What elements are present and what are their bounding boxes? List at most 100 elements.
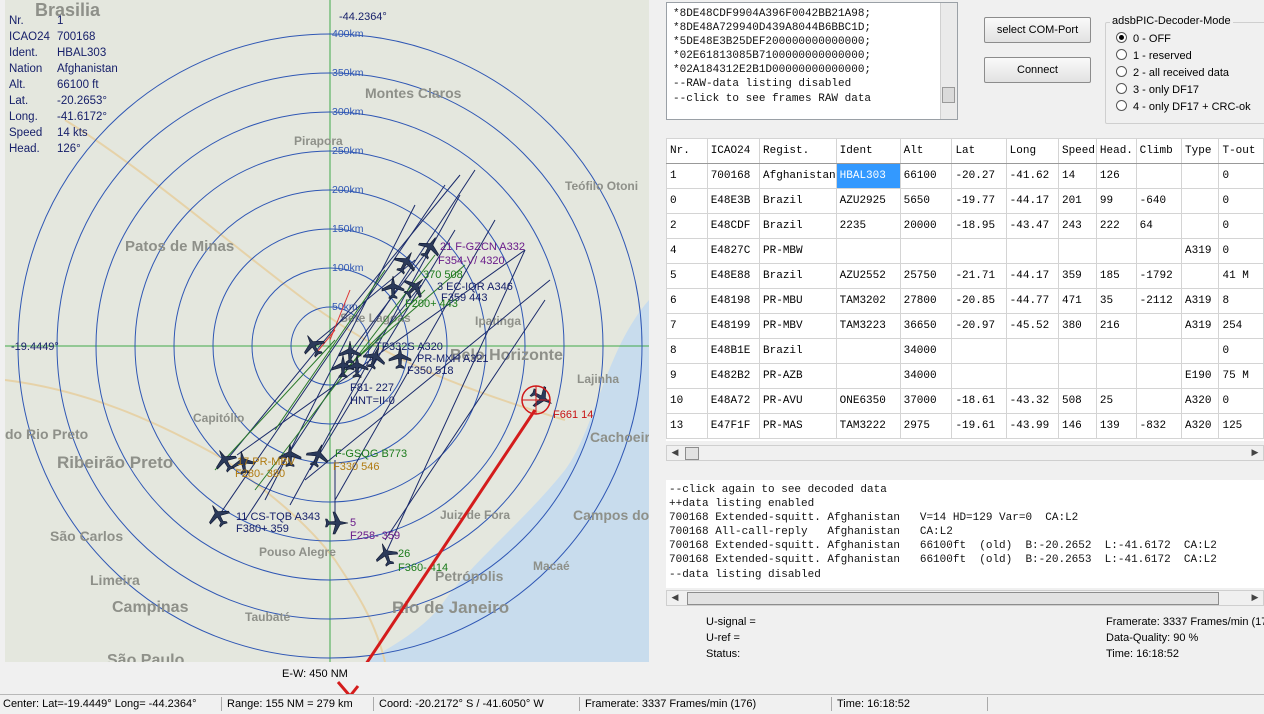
table-cell[interactable]: ONE6350 [835,388,901,414]
table-row[interactable]: 0 E48E3B Brazil AZU2925 5650 -19.77 -44.17 201 9… [666,188,1264,214]
table-cell[interactable]: 222 [1095,213,1137,239]
table-cell[interactable]: E482B2 [706,363,761,389]
table-row[interactable]: 2 E48CDF Brazil 2235 20000 -18.95 -43.47 243 222… [666,213,1264,239]
decoded-data-text[interactable]: --click again to see decoded data ++data … [669,483,1217,582]
table-cell[interactable]: TAM3223 [835,313,901,339]
table-cell[interactable] [1135,363,1183,389]
select-com-port-button[interactable]: select COM-Port [984,17,1091,43]
column-header[interactable]: T-out [1218,138,1264,164]
radio-button[interactable] [1116,32,1127,43]
table-cell[interactable]: A320 [1181,388,1220,414]
table-cell[interactable]: -832 [1135,413,1183,439]
table-cell[interactable]: 34000 [899,338,953,364]
table-cell[interactable]: PR-MBV [759,313,837,339]
table-cell[interactable]: 34000 [899,363,953,389]
table-cell[interactable]: A319 [1181,238,1220,264]
table-cell[interactable]: 185 [1095,263,1137,289]
table-cell[interactable]: -45.52 [1005,313,1059,339]
table-cell[interactable]: A319 [1181,288,1220,314]
decoder-mode-option[interactable]: 1 - reserved [1116,48,1192,64]
table-cell[interactable]: -20.27 [951,163,1007,189]
table-cell[interactable]: 25750 [899,263,953,289]
table-cell[interactable] [1005,363,1059,389]
table-cell[interactable]: 2235 [835,213,901,239]
decoder-mode-option[interactable]: 0 - OFF [1116,31,1171,47]
decoded-horizontal-scrollbar[interactable]: ◀ ▶ [666,590,1264,606]
table-cell[interactable] [1135,238,1183,264]
radio-button[interactable] [1116,66,1127,77]
table-cell[interactable]: A320 [1181,413,1220,439]
table-cell[interactable]: 216 [1095,313,1137,339]
scrollbar-thumb[interactable] [685,447,699,460]
column-header[interactable]: Nr. [666,138,708,164]
table-row[interactable]: 1 700168 Afghanistan HBAL303 66100 -20.27 -41.… [666,163,1264,189]
table-cell[interactable]: AZU2552 [835,263,901,289]
decoder-mode-option[interactable]: 3 - only DF17 [1116,82,1199,98]
table-cell[interactable]: 35 [1095,288,1137,314]
table-cell[interactable]: E4827C [706,238,761,264]
column-header[interactable]: Ident [835,138,901,164]
table-row[interactable]: 7 E48199 PR-MBV TAM3223 36650 -20.97 -45.52 380… [666,313,1264,339]
scrollbar-thumb[interactable] [687,592,1219,605]
connect-button[interactable]: Connect [984,57,1091,83]
table-cell[interactable]: 126 [1095,163,1137,189]
table-cell[interactable]: 359 [1057,263,1097,289]
table-cell[interactable]: 9 [666,363,708,389]
table-cell[interactable] [951,238,1007,264]
table-cell[interactable]: E48E3B [706,188,761,214]
table-cell[interactable]: -43.99 [1005,413,1059,439]
table-cell[interactable]: 1 [666,163,708,189]
column-header[interactable]: Long [1005,138,1059,164]
table-cell[interactable]: 6 [666,288,708,314]
table-cell[interactable] [1095,363,1137,389]
table-cell[interactable]: 66100 [899,163,953,189]
table-cell[interactable]: 700168 [706,163,761,189]
table-cell[interactable] [1135,388,1183,414]
table-cell[interactable]: TAM3202 [835,288,901,314]
table-row[interactable]: 13 E47F1F PR-MAS TAM3222 2975 -19.61 -43.99 146… [666,413,1264,439]
table-cell[interactable] [1181,213,1220,239]
table-cell[interactable]: E190 [1181,363,1220,389]
table-cell[interactable]: -43.47 [1005,213,1059,239]
table-cell[interactable]: 125 [1218,413,1264,439]
table-cell[interactable]: 0 [1218,163,1264,189]
table-cell[interactable] [951,363,1007,389]
table-cell[interactable]: E48198 [706,288,761,314]
column-header[interactable]: Speed [1057,138,1097,164]
table-cell[interactable]: -20.97 [951,313,1007,339]
table-cell[interactable] [1135,338,1183,364]
table-cell[interactable]: Brazil [759,263,837,289]
table-cell[interactable]: 0 [1218,188,1264,214]
raw-vertical-scrollbar[interactable] [940,3,957,119]
radar-map[interactable]: 50km 100km 150km 200km 250km 300km 350km 400km … [5,0,649,662]
selected-target[interactable] [521,385,551,415]
table-cell[interactable]: 13 [666,413,708,439]
scroll-right-arrow[interactable]: ▶ [1249,591,1261,605]
column-header[interactable]: Regist. [759,138,837,164]
table-cell[interactable]: 8 [1218,288,1264,314]
table-cell[interactable]: 2975 [899,413,953,439]
table-cell[interactable]: 0 [1218,388,1264,414]
table-cell[interactable]: 64 [1135,213,1183,239]
table-cell[interactable]: -44.77 [1005,288,1059,314]
table-cell[interactable]: 7 [666,313,708,339]
table-cell[interactable]: E47F1F [706,413,761,439]
table-cell[interactable]: 5 [666,263,708,289]
column-header[interactable]: ICAO24 [706,138,761,164]
table-cell[interactable]: -18.61 [951,388,1007,414]
table-cell[interactable]: 254 [1218,313,1264,339]
table-cell[interactable]: Afghanistan [759,163,837,189]
table-cell[interactable]: -44.17 [1005,188,1059,214]
table-cell[interactable]: AZU2925 [835,188,901,214]
table-cell[interactable] [1005,338,1059,364]
table-cell[interactable]: 37000 [899,388,953,414]
table-cell[interactable]: E48199 [706,313,761,339]
aircraft-table[interactable]: Nr. ICAO24 Regist. Ident Alt Lat Long Speed Head… [666,138,1264,441]
decoder-mode-option[interactable]: 2 - all received data [1116,65,1229,81]
table-cell[interactable]: 508 [1057,388,1097,414]
table-row[interactable]: 5 E48E88 Brazil AZU2552 25750 -21.71 -44.17 359… [666,263,1264,289]
column-header[interactable]: Lat [951,138,1007,164]
table-cell[interactable] [1135,313,1183,339]
table-cell[interactable]: -1792 [1135,263,1183,289]
table-cell[interactable]: -20.85 [951,288,1007,314]
